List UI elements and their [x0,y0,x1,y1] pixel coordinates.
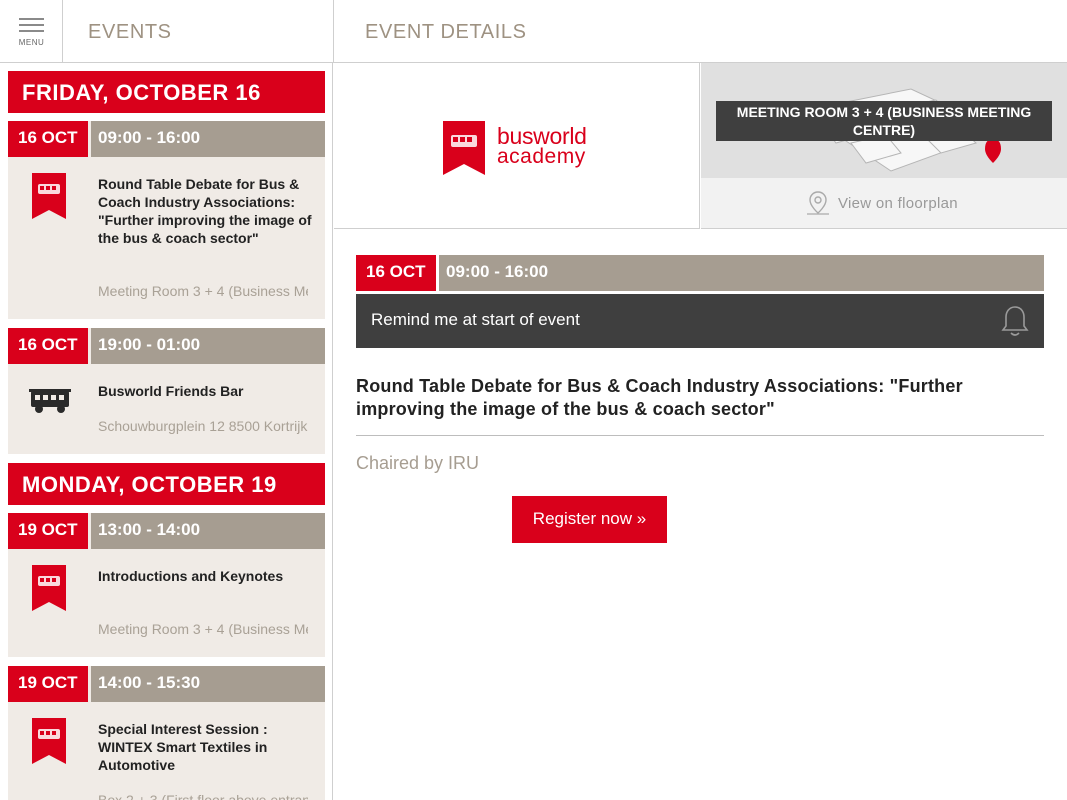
detail-datetime-header: 16 OCT 09:00 - 16:00 [356,255,1044,291]
remind-me-toggle[interactable]: Remind me at start of event [356,294,1044,348]
card-header: 16 OCT 09:00 - 16:00 [8,121,325,157]
card-time: 09:00 - 16:00 [91,121,325,157]
event-details-panel: busworld academy MEETING ROOM 3 + 4 (BUS… [334,63,1067,800]
card-title: Round Table Debate for Bus & Coach Indus… [98,176,312,246]
card-date: 19 OCT [8,513,88,549]
card-date: 19 OCT [8,666,88,702]
view-on-floorplan-text: View on floorplan [838,195,958,212]
top-bar: MENU EVENTS EVENT DETAILS [0,0,1067,63]
busworld-academy-logo-icon [443,121,485,175]
card-header: 19 OCT 14:00 - 15:30 [8,666,325,702]
event-title: Round Table Debate for Bus & Coach Indus… [356,376,963,419]
bell-icon[interactable] [1000,304,1030,338]
card-date: 16 OCT [8,121,88,157]
card-location: Schouwburgplein 12 8500 Kortrijk [98,418,308,434]
logo-word-academy: academy [497,145,586,168]
card-title: Busworld Friends Bar [98,383,244,399]
card-location: Meeting Room 3 + 4 (Business Meeting Cen… [98,621,308,637]
events-list[interactable]: FRIDAY, OCTOBER 16 16 OCT 09:00 - 16:00 … [0,63,333,800]
busworld-academy-icon [32,718,66,764]
view-on-floorplan-link[interactable]: View on floorplan [701,178,1067,228]
detail-date: 16 OCT [356,255,436,291]
event-details-title: EVENT DETAILS [365,21,527,43]
card-header: 19 OCT 13:00 - 14:00 [8,513,325,549]
menu-button[interactable]: MENU [0,0,63,63]
organizer-logo: busworld academy [334,63,700,229]
card-time: 19:00 - 01:00 [91,328,325,364]
menu-label: MENU [18,38,45,47]
card-location: Box 2 + 3 (First floor above entrance) [98,792,308,800]
event-card-introductions[interactable]: 19 OCT 13:00 - 14:00 Introductions and K… [8,513,325,657]
title-divider [356,435,1044,436]
card-header: 16 OCT 19:00 - 01:00 [8,328,325,364]
card-title: Special Interest Session : WINTEX Smart … [98,721,268,773]
card-time: 14:00 - 15:30 [91,666,325,702]
event-card-round-table[interactable]: 16 OCT 09:00 - 16:00 Round Table Debate … [8,121,325,319]
room-name-label: MEETING ROOM 3 + 4 (BUSINESS MEETING CEN… [716,101,1052,141]
card-location: Meeting Room 3 + 4 (Business Meeting Cen… [98,283,308,299]
card-time: 13:00 - 14:00 [91,513,325,549]
hamburger-icon [19,18,44,36]
chaired-by-text: Chaired by IRU [356,453,480,473]
remind-me-label: Remind me at start of event [371,310,580,329]
register-now-button[interactable]: Register now » [512,496,667,543]
events-page-title: EVENTS [88,21,172,43]
day-header-monday: MONDAY, OCTOBER 19 [8,463,325,505]
detail-time: 09:00 - 16:00 [439,255,1044,291]
map-pin-icon [807,191,829,215]
busworld-academy-icon [32,565,66,611]
floorplan-preview[interactable]: MEETING ROOM 3 + 4 (BUSINESS MEETING CEN… [701,63,1067,229]
day-header-friday: FRIDAY, OCTOBER 16 [8,71,325,113]
card-date: 16 OCT [8,328,88,364]
event-card-friends-bar[interactable]: 16 OCT 19:00 - 01:00 Busworld Friends Ba… [8,328,325,454]
busworld-academy-icon [32,173,66,219]
bus-icon [29,389,71,413]
event-card-special-interest[interactable]: 19 OCT 14:00 - 15:30 Special Interest Se… [8,666,325,800]
card-title: Introductions and Keynotes [98,568,284,584]
header-divider [333,0,334,63]
